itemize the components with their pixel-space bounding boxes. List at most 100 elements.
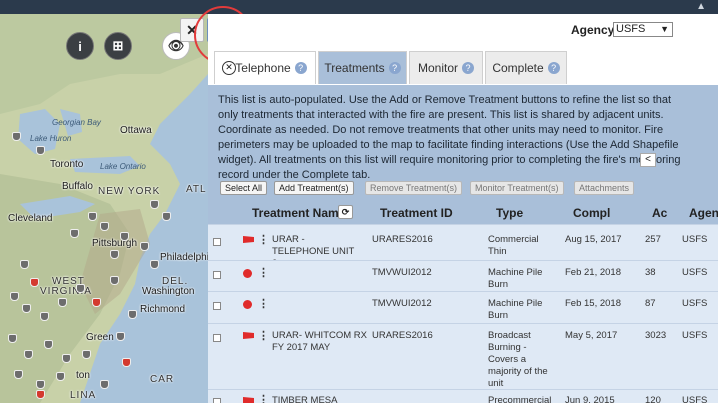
- refresh-icon[interactable]: ⟳: [338, 205, 353, 219]
- fire-marker-icon[interactable]: [88, 212, 97, 221]
- row-checkbox[interactable]: [213, 398, 221, 403]
- map-label: Lake Huron: [30, 134, 72, 143]
- fire-marker-icon[interactable]: [116, 332, 125, 341]
- cell-ac: 87: [645, 298, 656, 309]
- info-icon[interactable]: i: [66, 32, 94, 60]
- map-basemap: [0, 14, 208, 403]
- kebab-menu-icon[interactable]: ⋮: [258, 297, 269, 310]
- header-compl[interactable]: Compl: [573, 206, 610, 220]
- header-ac[interactable]: Ac: [652, 206, 667, 220]
- fire-marker-icon[interactable]: [12, 132, 21, 141]
- kebab-menu-icon[interactable]: ⋮: [258, 233, 269, 246]
- table-row[interactable]: ⋮ TMVWUI2012 Machine Pile Burn Feb 21, 2…: [208, 260, 718, 291]
- tab-label: Monitor: [417, 61, 458, 75]
- monitor-treatment-button[interactable]: Monitor Treatment(s): [470, 181, 564, 195]
- table-row[interactable]: ⋮ URAR - TELEPHONE UNIT 2 URARES2016 Com…: [208, 224, 718, 269]
- row-checkbox[interactable]: [213, 302, 221, 310]
- fire-marker-icon[interactable]: [82, 350, 91, 359]
- fire-marker-icon[interactable]: [58, 298, 67, 307]
- help-icon[interactable]: ?: [388, 62, 401, 74]
- help-icon[interactable]: ?: [462, 62, 474, 74]
- fire-marker-icon[interactable]: [162, 212, 171, 221]
- map-label: ATL: [186, 184, 207, 195]
- cell-compl: Feb 21, 2018: [565, 267, 621, 278]
- dropdown-arrow-icon: ▼: [660, 24, 669, 34]
- help-icon[interactable]: ?: [294, 62, 307, 74]
- tab-label: Complete: [492, 61, 544, 75]
- fire-marker-icon[interactable]: [100, 380, 109, 389]
- table-row[interactable]: ⋮ TIMBER MESA Precommercial Jun 9, 2015 …: [208, 389, 718, 403]
- fire-marker-icon[interactable]: [122, 358, 131, 367]
- fire-marker-icon[interactable]: [8, 334, 17, 343]
- header-treatment-name[interactable]: Treatment Name: [252, 206, 345, 220]
- fire-marker-icon[interactable]: [120, 232, 129, 241]
- fire-marker-icon[interactable]: [128, 310, 137, 319]
- kebab-menu-icon[interactable]: ⋮: [258, 329, 269, 342]
- header-agency[interactable]: Agen: [689, 206, 718, 220]
- table-row[interactable]: ⋮ URAR- WHITCOM RX FY 2017 MAY URARES201…: [208, 323, 718, 389]
- kebab-menu-icon[interactable]: ⋮: [258, 266, 269, 279]
- cell-compl: Jun 9, 2015: [565, 395, 615, 403]
- fire-marker-icon[interactable]: [36, 390, 45, 399]
- select-all-button[interactable]: Select All: [220, 181, 268, 195]
- fire-marker-icon[interactable]: [22, 304, 31, 313]
- fire-marker-icon[interactable]: [76, 284, 85, 293]
- dot-icon: [243, 269, 252, 278]
- cell-id: TMVWUI2012: [372, 267, 432, 278]
- fire-marker-icon[interactable]: [56, 372, 65, 381]
- map-label: CAR: [150, 374, 175, 385]
- fire-marker-icon[interactable]: [14, 370, 23, 379]
- fire-marker-icon[interactable]: [110, 276, 119, 285]
- fire-marker-icon[interactable]: [36, 380, 45, 389]
- cell-type: Commercial Thin: [488, 234, 539, 257]
- fire-marker-icon[interactable]: [30, 278, 39, 287]
- map-label: Buffalo: [62, 181, 93, 192]
- cell-type: Broadcast Burning - Covers a majority of…: [488, 330, 548, 389]
- row-checkbox[interactable]: [213, 238, 221, 246]
- row-checkbox[interactable]: [213, 271, 221, 279]
- row-checkbox[interactable]: [213, 334, 221, 342]
- help-icon[interactable]: ?: [547, 62, 560, 74]
- fire-marker-icon[interactable]: [150, 200, 159, 209]
- dot-icon: [243, 300, 252, 309]
- header-type[interactable]: Type: [496, 206, 523, 220]
- chevron-up-icon[interactable]: ▲: [696, 1, 706, 12]
- fire-marker-icon[interactable]: [24, 350, 33, 359]
- tab-monitor[interactable]: Monitor?: [409, 51, 483, 84]
- fire-marker-icon[interactable]: [10, 292, 19, 301]
- cell-ac: 257: [645, 234, 661, 245]
- fire-marker-icon[interactable]: [44, 340, 53, 349]
- fire-marker-icon[interactable]: [110, 250, 119, 259]
- tab-complete[interactable]: Complete?: [485, 51, 567, 84]
- map-view[interactable]: Georgian Bay Lake Huron Ottawa Toronto L…: [0, 14, 208, 403]
- fire-marker-icon[interactable]: [150, 260, 159, 269]
- agency-select[interactable]: USFS ▼: [613, 22, 673, 37]
- table-row[interactable]: ⋮ TMVWUI2012 Machine Pile Burn Feb 15, 2…: [208, 291, 718, 323]
- info-text: This list is auto-populated. Use the Add…: [218, 94, 681, 181]
- collapse-info-button[interactable]: <: [640, 153, 656, 167]
- map-label: Richmond: [140, 304, 186, 315]
- cell-type: Machine Pile Burn: [488, 298, 543, 321]
- remove-treatment-button[interactable]: Remove Treatment(s): [365, 181, 463, 195]
- fire-marker-icon[interactable]: [62, 354, 71, 363]
- fire-marker-icon[interactable]: [36, 146, 45, 155]
- cell-compl: May 5, 2017: [565, 330, 618, 341]
- add-treatment-button[interactable]: Add Treatment(s): [274, 181, 354, 195]
- kebab-menu-icon[interactable]: ⋮: [258, 393, 269, 403]
- fire-marker-icon[interactable]: [40, 312, 49, 321]
- cell-agency: USFS: [682, 330, 708, 341]
- fire-marker-icon[interactable]: [20, 260, 29, 269]
- cell-compl: Aug 15, 2017: [565, 234, 622, 245]
- cell-ac: 38: [645, 267, 656, 278]
- fire-marker-icon[interactable]: [100, 222, 109, 231]
- fire-marker-icon[interactable]: [70, 229, 79, 238]
- fire-marker-icon[interactable]: [140, 242, 149, 251]
- tab-treatments[interactable]: Treatments?: [318, 51, 407, 84]
- cell-id: TMVWUI2012: [372, 298, 432, 309]
- fire-marker-icon[interactable]: [92, 298, 101, 307]
- close-tab-icon[interactable]: ✕: [222, 61, 236, 75]
- attachments-button[interactable]: Attachments: [574, 181, 635, 195]
- layers-icon[interactable]: ⊞: [104, 32, 132, 60]
- tab-bar: Telephone? Treatments? Monitor? Complete…: [208, 51, 718, 85]
- header-treatment-id[interactable]: Treatment ID: [380, 206, 453, 220]
